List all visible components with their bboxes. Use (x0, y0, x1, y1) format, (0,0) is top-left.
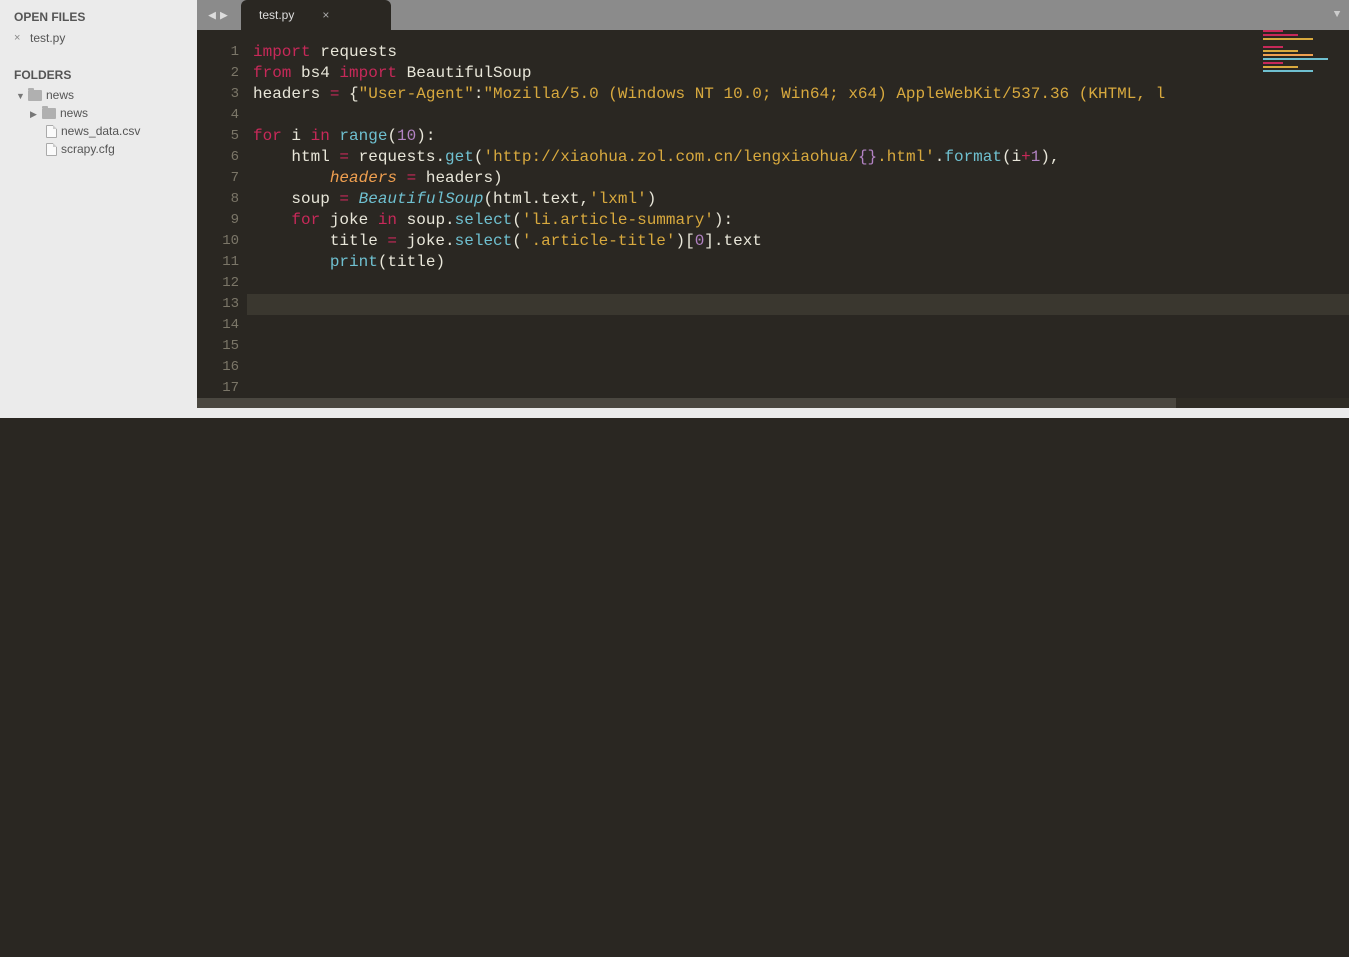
code-content[interactable]: import requestsfrom bs4 import Beautiful… (247, 30, 1349, 398)
folder-label: news (46, 88, 74, 102)
line-number: 11 (197, 252, 239, 273)
open-file-name: test.py (30, 31, 65, 45)
code-line[interactable] (247, 294, 1349, 315)
folder-root[interactable]: ▼ news (0, 86, 197, 104)
code-line[interactable]: import requests (247, 42, 1349, 63)
folder-child[interactable]: ▶ news (0, 104, 197, 122)
line-number: 7 (197, 168, 239, 189)
code-body[interactable]: 1234567891011121314151617 import request… (197, 30, 1349, 398)
line-number: 10 (197, 231, 239, 252)
tab-bar: ◀ ▶ test.py × ▼ (197, 0, 1349, 30)
line-number: 1 (197, 42, 239, 63)
code-line[interactable]: headers = {"User-Agent":"Mozilla/5.0 (Wi… (247, 84, 1349, 105)
chevron-right-icon: ▶ (30, 109, 38, 117)
tab-label: test.py (259, 8, 294, 22)
horizontal-scrollbar[interactable] (197, 398, 1349, 408)
code-line[interactable]: print(title) (247, 252, 1349, 273)
code-line[interactable]: for i in range(10): (247, 126, 1349, 147)
folder-icon (28, 90, 42, 101)
close-icon[interactable]: × (14, 32, 24, 44)
scrollbar-thumb[interactable] (197, 398, 1176, 408)
line-gutter: 1234567891011121314151617 (197, 30, 247, 398)
line-number: 5 (197, 126, 239, 147)
line-number: 15 (197, 336, 239, 357)
code-line[interactable]: html = requests.get('http://xiaohua.zol.… (247, 147, 1349, 168)
file-icon (46, 125, 57, 138)
code-line[interactable]: title = joke.select('.article-title')[0]… (247, 231, 1349, 252)
minimap[interactable] (1259, 30, 1349, 110)
line-number: 12 (197, 273, 239, 294)
file-item[interactable]: scrapy.cfg (0, 140, 197, 158)
sidebar: OPEN FILES × test.py FOLDERS ▼ news ▶ ne… (0, 0, 197, 408)
tab-active[interactable]: test.py × (241, 0, 391, 30)
line-number: 8 (197, 189, 239, 210)
line-number: 16 (197, 357, 239, 378)
code-line[interactable] (247, 273, 1349, 294)
code-line[interactable]: headers = headers) (247, 168, 1349, 189)
chevron-down-icon: ▼ (16, 91, 24, 99)
folder-label: news (60, 106, 88, 120)
tab-dropdown-icon[interactable]: ▼ (1325, 0, 1349, 30)
close-icon[interactable]: × (322, 8, 329, 22)
code-line[interactable] (247, 336, 1349, 357)
code-line[interactable] (247, 315, 1349, 336)
code-line[interactable]: for joke in soup.select('li.article-summ… (247, 210, 1349, 231)
line-number: 6 (197, 147, 239, 168)
file-label: news_data.csv (61, 124, 140, 138)
code-line[interactable]: soup = BeautifulSoup(html.text,'lxml') (247, 189, 1349, 210)
code-line[interactable]: from bs4 import BeautifulSoup (247, 63, 1349, 84)
nav-back-icon[interactable]: ◀ (208, 8, 216, 23)
line-number: 9 (197, 210, 239, 231)
file-icon (46, 143, 57, 156)
line-number: 2 (197, 63, 239, 84)
code-line[interactable] (247, 357, 1349, 378)
code-line[interactable] (247, 378, 1349, 398)
open-files-header: OPEN FILES (0, 4, 197, 28)
editor-area: ◀ ▶ test.py × ▼ 123456789101112131415161… (197, 0, 1349, 408)
nav-forward-icon[interactable]: ▶ (220, 8, 228, 23)
open-file-item[interactable]: × test.py (0, 28, 197, 48)
folder-icon (42, 108, 56, 119)
file-label: scrapy.cfg (61, 142, 115, 156)
line-number: 4 (197, 105, 239, 126)
nav-arrows[interactable]: ◀ ▶ (197, 0, 239, 30)
console-panel[interactable] (0, 418, 1349, 957)
file-item[interactable]: news_data.csv (0, 122, 197, 140)
panel-divider[interactable] (0, 408, 1349, 418)
line-number: 17 (197, 378, 239, 398)
folders-header: FOLDERS (0, 62, 197, 86)
code-line[interactable] (247, 105, 1349, 126)
line-number: 13 (197, 294, 239, 315)
line-number: 3 (197, 84, 239, 105)
line-number: 14 (197, 315, 239, 336)
